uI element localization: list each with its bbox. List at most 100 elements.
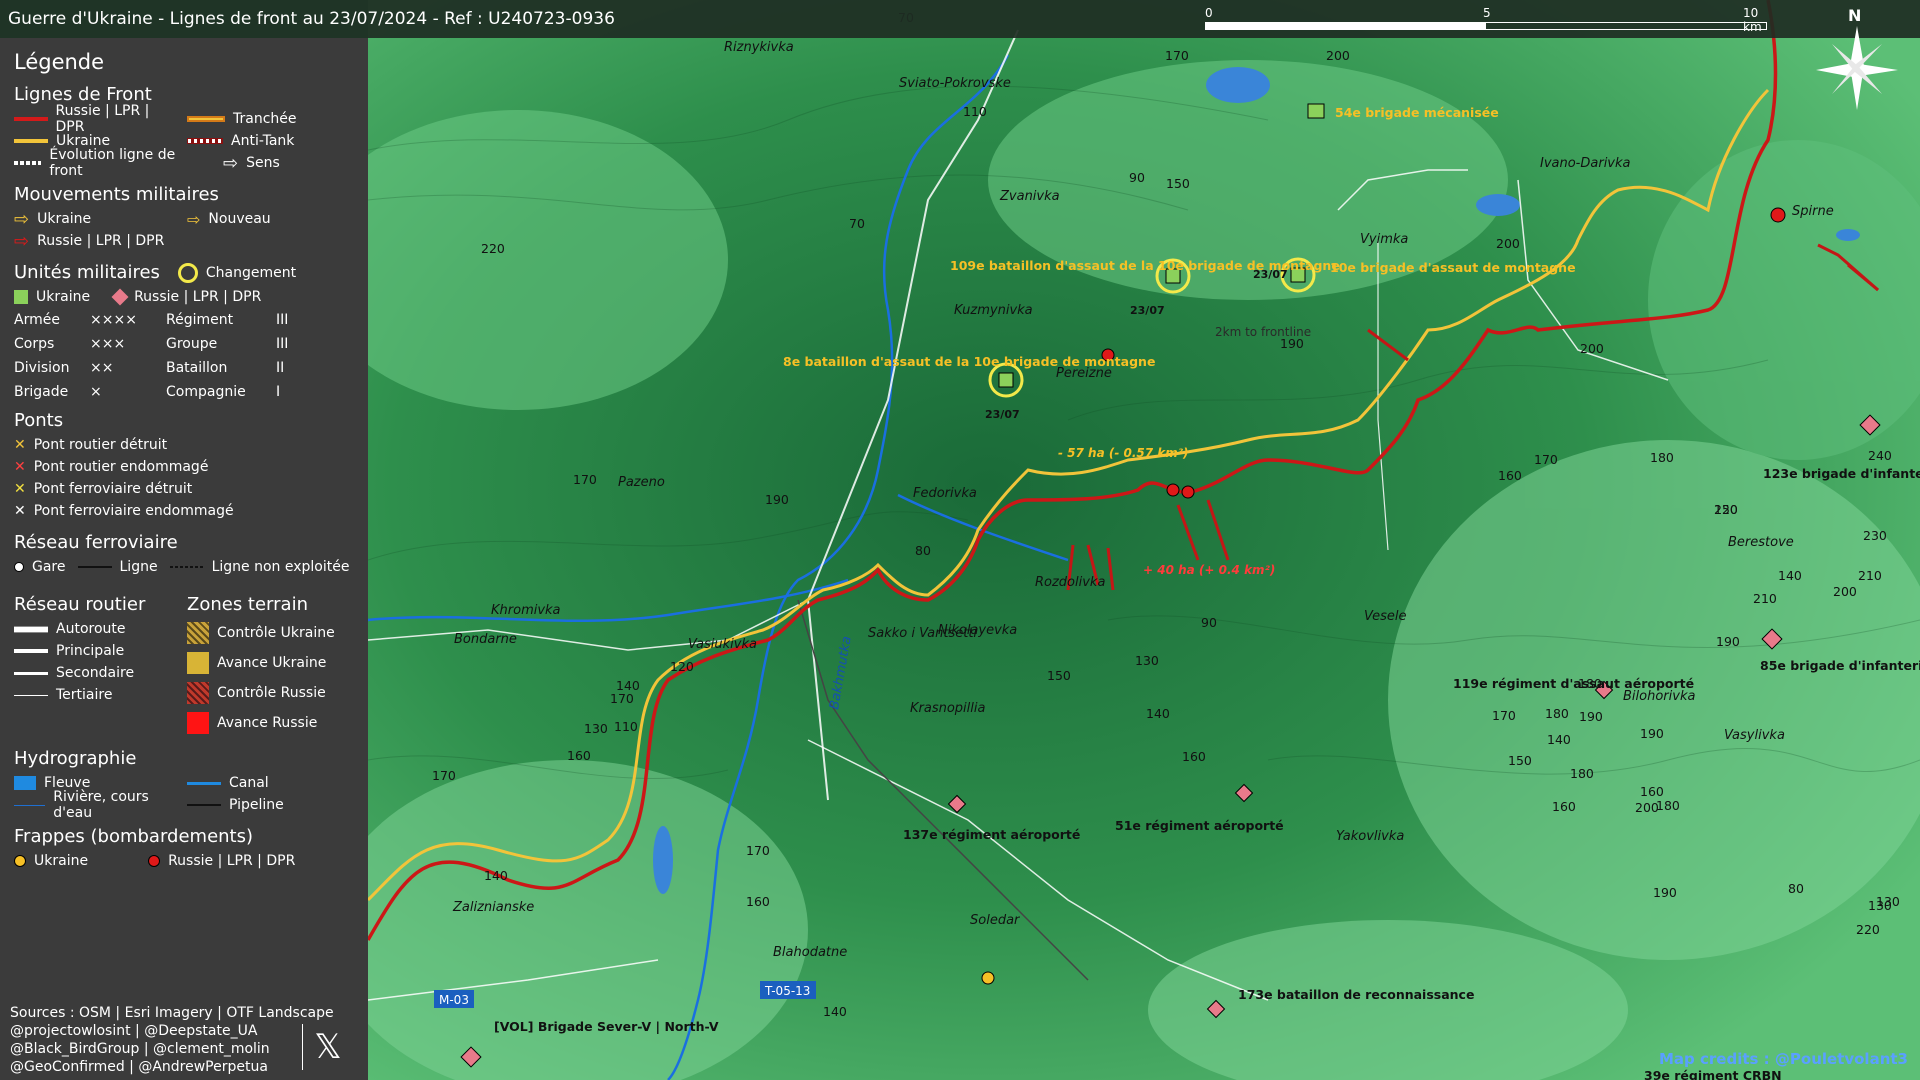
legend-panel: Légende Lignes de Front Russie | LPR | D… xyxy=(0,38,368,1080)
town-label: Pazeno xyxy=(618,475,665,490)
elevation-label: 150 xyxy=(1047,668,1071,683)
elevation-label: 200 xyxy=(1496,236,1520,251)
ukraine-unit-icon xyxy=(14,290,28,304)
echelon-name: Armée xyxy=(14,312,60,328)
tertiary-road-swatch xyxy=(14,694,48,696)
unit-label: 123e brigade d'infanterie motorisée xyxy=(1763,466,1920,481)
north-arrow: N xyxy=(1812,6,1902,116)
echelon-name: Division xyxy=(14,360,70,376)
unit-label: 85e brigade d'infanterie motorisée xyxy=(1760,658,1920,673)
town-label: Soledar xyxy=(970,913,1021,928)
elevation-label: 130 xyxy=(1135,653,1159,668)
town-label: Ivano-Darivka xyxy=(1540,156,1631,171)
town-label: Vyimka xyxy=(1360,232,1408,247)
elevation-label: 200 xyxy=(1580,341,1604,356)
elevation-label: 160 xyxy=(1552,799,1576,814)
unit-label: 119e régiment d'assaut aéroporté xyxy=(1453,676,1694,691)
russia-unit-icon xyxy=(111,288,129,306)
legend-label: Ligne non exploitée xyxy=(211,559,350,575)
legend-label: Pont routier endommagé xyxy=(33,459,209,475)
canal-swatch xyxy=(187,781,221,785)
elevation-label: 90 xyxy=(1201,615,1217,630)
trench-swatch xyxy=(187,116,225,122)
rail-bridge-destroyed-icon: ✕ xyxy=(14,481,26,497)
legend-label: Changement xyxy=(205,264,297,281)
elevation-label: 180 xyxy=(1656,798,1680,813)
x-logo-icon[interactable]: 𝕏 xyxy=(302,1024,353,1070)
strike-ukraine-icon xyxy=(14,855,26,867)
unit-label: 173e bataillon de reconnaissance xyxy=(1238,987,1474,1002)
map-credits[interactable]: Map credits : @Pouletvolant3 xyxy=(1659,1050,1908,1068)
unit-label: 137e régiment aéroporté xyxy=(903,827,1080,842)
elevation-label: 240 xyxy=(1868,448,1892,463)
echelon-name: Bataillon xyxy=(166,360,228,376)
map-canvas[interactable]: Riznykivka Sviato-Pokrovske Zvanivka Kuz… xyxy=(368,0,1920,1080)
legend-moves-title: Mouvements militaires xyxy=(14,184,219,205)
elevation-label: 90 xyxy=(1129,170,1145,185)
elevation-label: 190 xyxy=(1579,709,1603,724)
legend-front-title: Lignes de Front xyxy=(14,84,152,105)
town-label: Sviato-Pokrovske xyxy=(899,76,1011,91)
elevation-label: 150 xyxy=(1166,176,1190,191)
unit-label: 51e régiment aéroporté xyxy=(1115,818,1284,833)
road-badge: M-03 xyxy=(439,993,469,1007)
echelon-name: Brigade xyxy=(14,384,69,400)
legend-label: Tertiaire xyxy=(56,687,113,703)
echelon-name: Compagnie xyxy=(166,384,246,400)
legend-label: Évolution ligne de front xyxy=(49,147,176,179)
legend-label: Sens xyxy=(246,155,280,171)
legend-label: Pont routier détruit xyxy=(33,437,168,453)
elevation-label: 190 xyxy=(1640,726,1664,741)
unit-label: 39e régiment CRBN xyxy=(1644,1068,1782,1080)
arrow-right-icon: ⇨ xyxy=(14,230,30,252)
elevation-label: 160 xyxy=(746,894,770,909)
unit-label: 54e brigade mécanisée xyxy=(1335,105,1499,120)
zone-ukraine-advance-swatch xyxy=(187,652,209,674)
legend-label: Contrôle Ukraine xyxy=(217,625,335,641)
scale-bar: 0 5 10 km xyxy=(1205,6,1775,36)
legend-label: Principale xyxy=(56,643,125,659)
date-label: 23/07 xyxy=(1130,304,1165,317)
legend-roads-title: Réseau routier xyxy=(14,594,146,615)
elevation-label: 140 xyxy=(1778,568,1802,583)
elevation-label: 140 xyxy=(1146,706,1170,721)
echelon-symbol: III xyxy=(276,336,289,352)
date-label: 23/07 xyxy=(985,408,1020,421)
town-label: Yakovlivka xyxy=(1336,829,1404,844)
legend-label: Ukraine xyxy=(34,853,89,869)
elevation-label: 140 xyxy=(484,868,508,883)
elevation-label: 160 xyxy=(1498,468,1522,483)
legend-label: Tranchée xyxy=(233,111,297,127)
town-label: Vasiukivka xyxy=(688,637,757,652)
source-line: @GeoConfirmed | @AndrewPerpetua xyxy=(10,1059,268,1075)
scale-tick: 10 km xyxy=(1743,6,1762,34)
legend-hydro-title: Hydrographie xyxy=(14,748,137,769)
zone-ukraine-control-swatch xyxy=(187,622,209,644)
unit-label: 10e brigade d'assaut de montagne xyxy=(1330,260,1576,275)
elevation-label: 80 xyxy=(1788,881,1804,896)
legend-label: Pont ferroviaire détruit xyxy=(33,481,193,497)
elevation-label: 220 xyxy=(1856,922,1880,937)
zone-russia-advance-swatch xyxy=(187,712,209,734)
town-label: Riznykivka xyxy=(724,40,794,55)
river-swatch xyxy=(14,776,36,790)
road-bridge-destroyed-icon: ✕ xyxy=(14,437,26,453)
elevation-label: 140 xyxy=(823,1004,847,1019)
echelon-symbol: I xyxy=(276,384,281,400)
russia-line-swatch xyxy=(14,117,48,121)
main-road-swatch xyxy=(14,649,48,653)
legend-label: Ukraine xyxy=(36,289,91,305)
town-label: Zvanivka xyxy=(999,189,1060,204)
town-label: Bilohorivka xyxy=(1623,689,1695,704)
legend-label: Canal xyxy=(229,775,269,791)
echelon-symbol: ××× xyxy=(90,336,126,352)
legend-label: Nouveau xyxy=(208,211,271,227)
road-bridge-damaged-icon: ✕ xyxy=(14,459,26,475)
elevation-label: 200 xyxy=(1326,48,1350,63)
elevation-label: 170 xyxy=(432,768,456,783)
town-label: Nikolayevka xyxy=(938,623,1017,638)
town-label: Bondarne xyxy=(454,632,517,647)
strike-russia-icon xyxy=(148,855,161,867)
ukraine-line-swatch xyxy=(14,139,48,143)
elevation-label: 170 xyxy=(746,843,770,858)
